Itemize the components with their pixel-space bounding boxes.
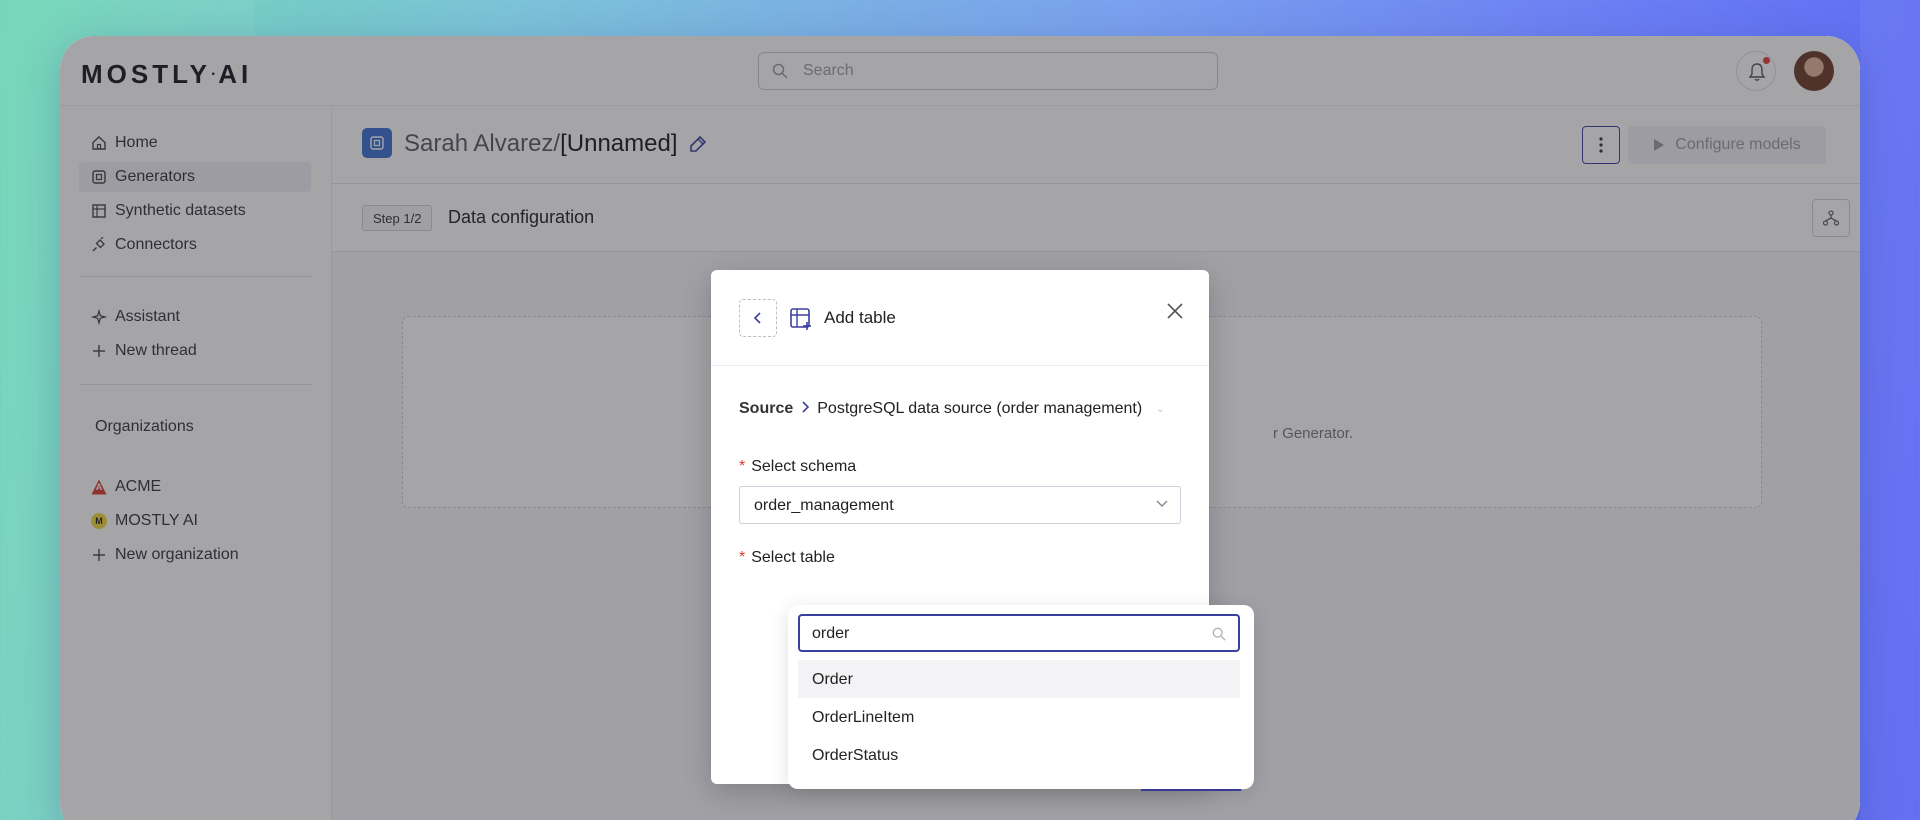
table-options-list: Order OrderLineItem OrderStatus — [798, 660, 1240, 774]
breadcrumb-source[interactable]: Source — [739, 400, 793, 418]
table-label: * Select table — [739, 549, 835, 567]
source-breadcrumb: Source PostgreSQL data source (order man… — [739, 400, 1165, 418]
schema-select-value: order_management — [754, 497, 894, 514]
modal-title: Add table — [824, 308, 896, 327]
app-window: MOSTLY·AI Home Generators Synthetic data… — [60, 36, 1860, 820]
background-panel-right — [1860, 0, 1920, 820]
schema-select[interactable]: order_management — [739, 486, 1181, 524]
table-select-dropdown: Order OrderLineItem OrderStatus — [788, 605, 1254, 789]
chevron-down-icon — [1156, 500, 1168, 507]
table-option-orderstatus[interactable]: OrderStatus — [798, 736, 1240, 774]
breadcrumb-connector: PostgreSQL data source (order management… — [817, 400, 1143, 417]
modal-header: Add table — [711, 270, 1209, 366]
table-option-orderlineitem[interactable]: OrderLineItem — [798, 698, 1240, 736]
chevron-right-icon — [801, 400, 810, 418]
schema-label: * Select schema — [739, 458, 856, 476]
back-button[interactable] — [739, 299, 777, 337]
chevron-left-icon — [753, 312, 761, 324]
required-marker: * — [739, 549, 746, 566]
schema-label-text: Select schema — [751, 458, 857, 475]
required-marker: * — [739, 458, 746, 475]
table-label-text: Select table — [751, 549, 835, 566]
table-search-input[interactable] — [812, 624, 1202, 644]
chevron-down-icon: ⌄ — [1156, 403, 1165, 415]
search-icon — [1212, 627, 1226, 641]
table-option-order[interactable]: Order — [798, 660, 1240, 698]
add-table-icon — [789, 307, 813, 336]
close-icon[interactable] — [1166, 302, 1184, 325]
table-search-field[interactable] — [798, 614, 1240, 652]
